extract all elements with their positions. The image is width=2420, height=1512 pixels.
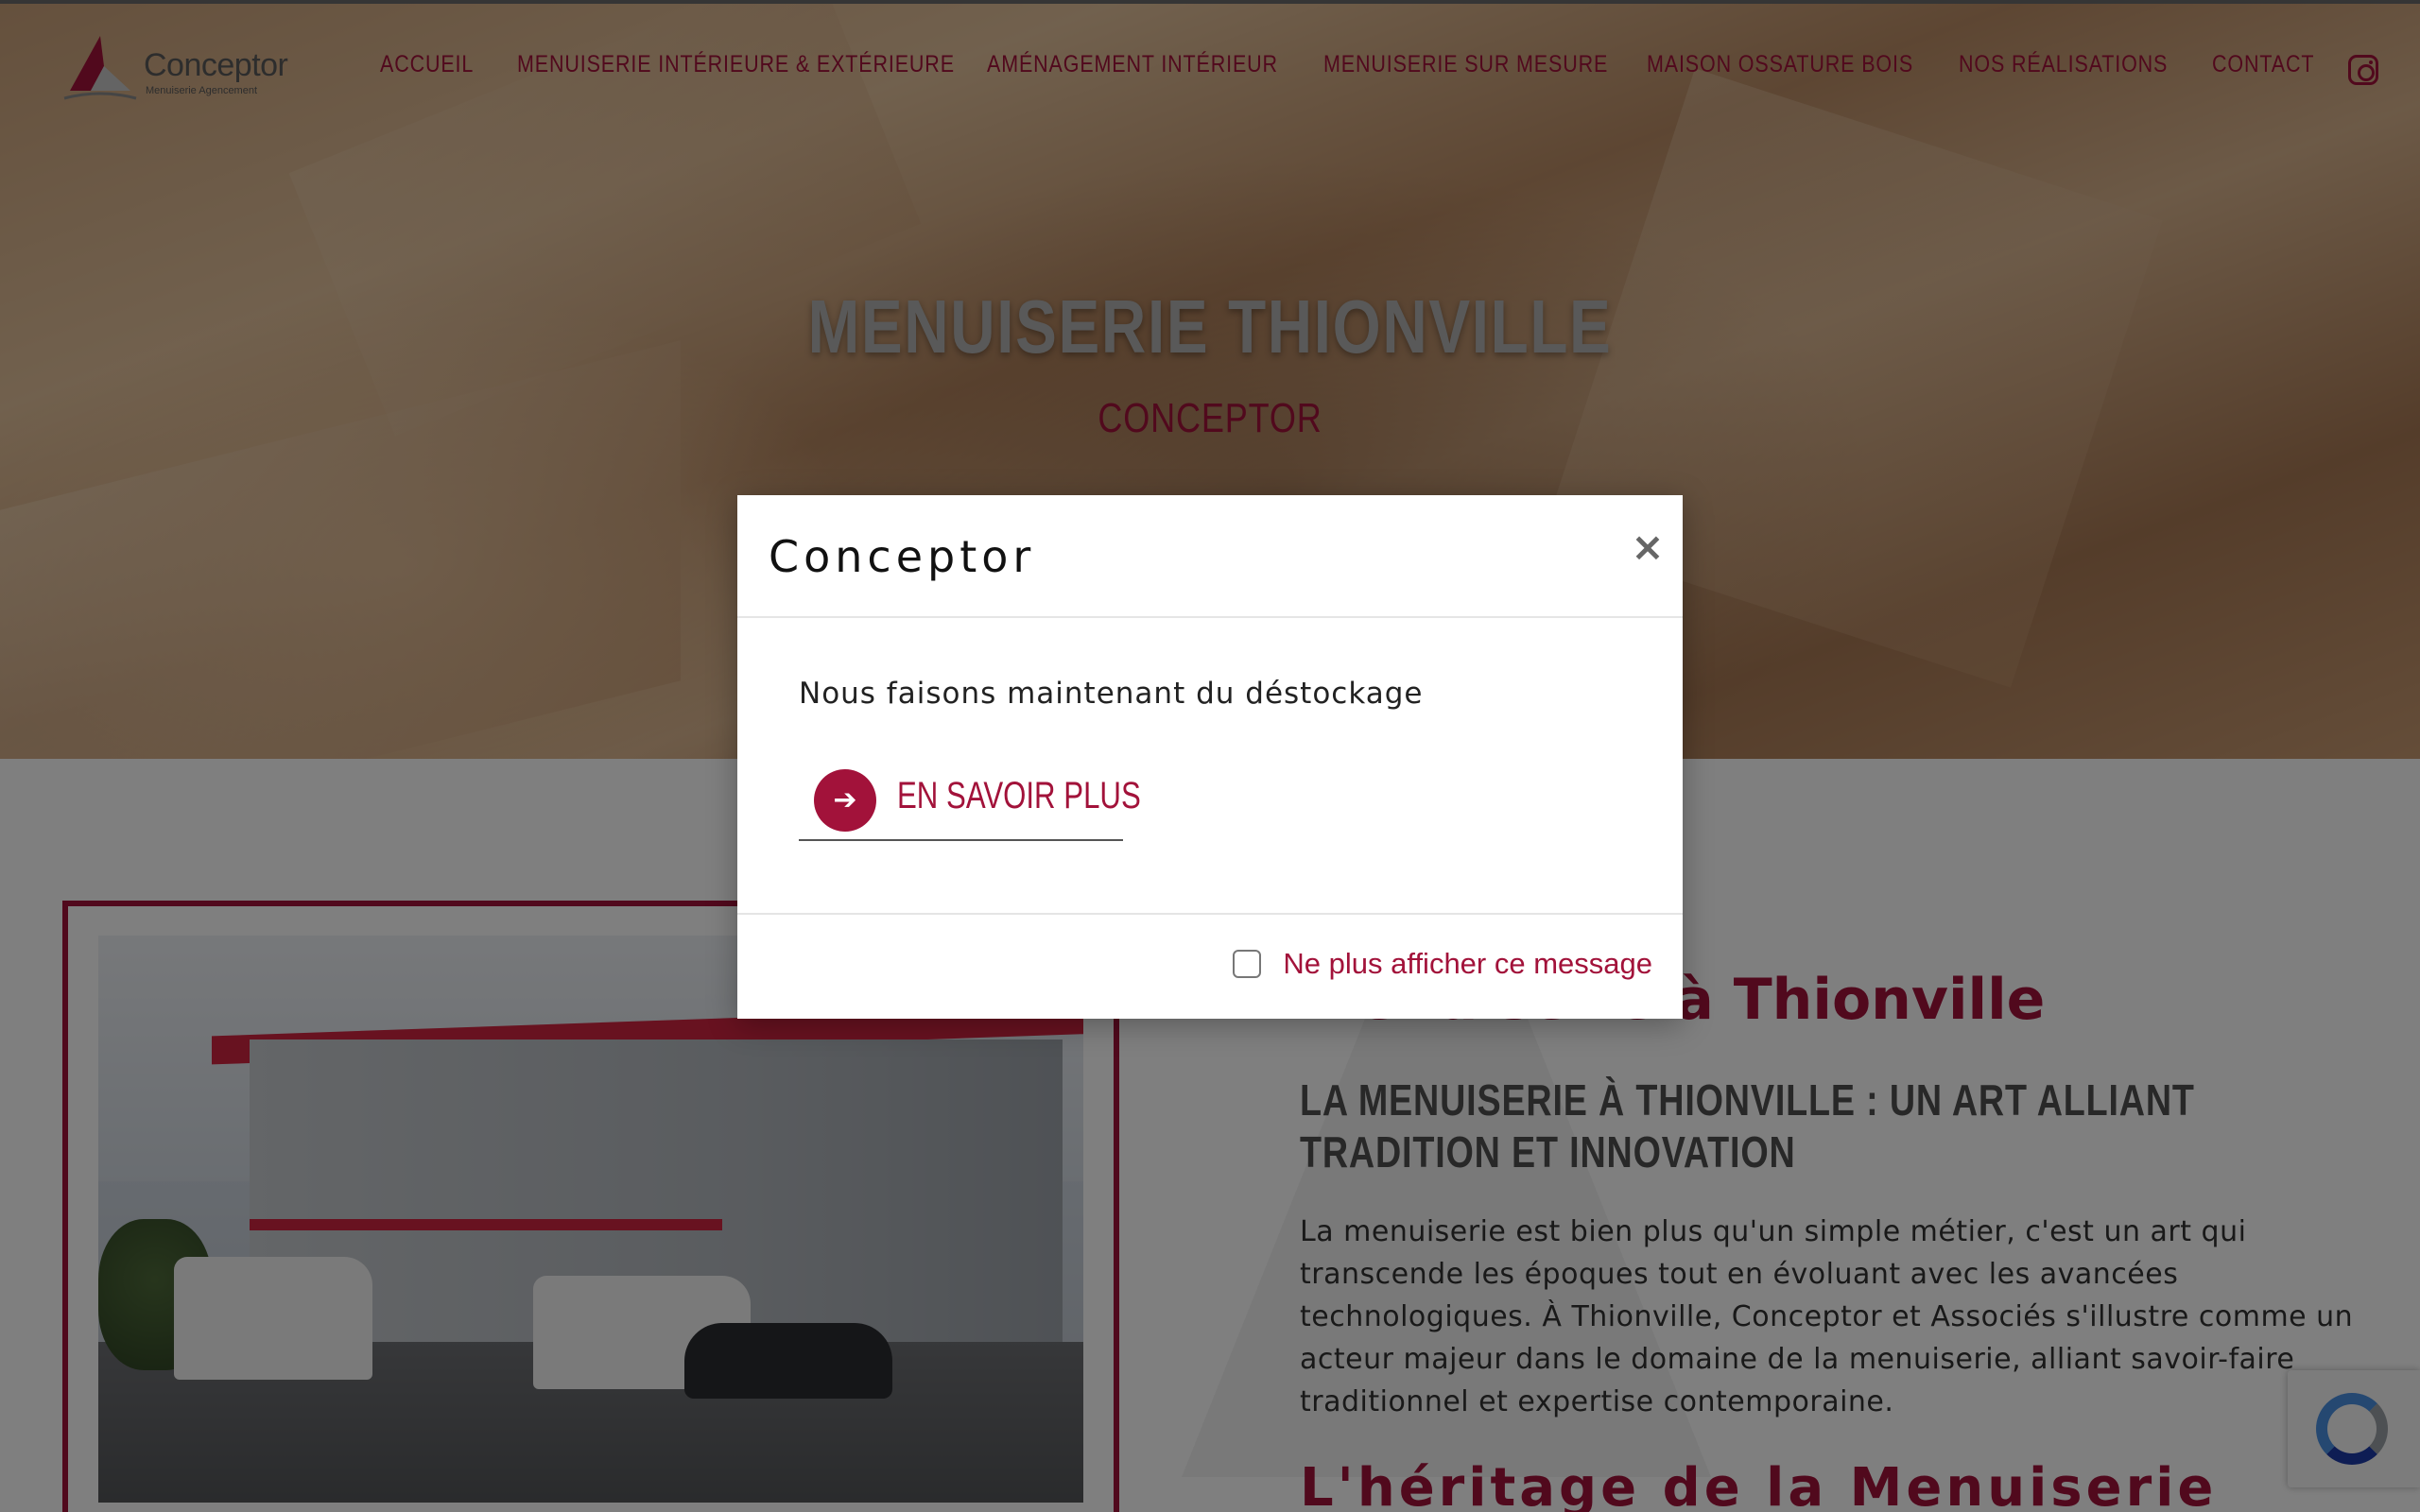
learn-more-label: EN SAVOIR PLUS	[897, 775, 1141, 816]
close-icon[interactable]: ×	[1624, 524, 1671, 571]
modal-footer: Ne plus afficher ce message	[737, 913, 1683, 1019]
dont-show-again-label: Ne plus afficher ce message	[1283, 947, 1652, 980]
learn-more-link[interactable]: ➔ EN SAVOIR PLUS	[799, 769, 1141, 841]
page: Conceptor Menuiserie Agencement ACCUEIL …	[0, 0, 2420, 1512]
arrow-right-icon: ➔	[814, 769, 876, 832]
promo-modal: Conceptor × Nous faisons maintenant du d…	[737, 495, 1683, 1019]
modal-title: Conceptor	[769, 531, 1036, 582]
modal-message: Nous faisons maintenant du déstockage	[799, 677, 1424, 711]
modal-header: Conceptor ×	[737, 495, 1683, 618]
dont-show-again-toggle[interactable]: Ne plus afficher ce message	[1233, 947, 1652, 985]
dont-show-again-checkbox[interactable]	[1233, 950, 1262, 978]
modal-body: Nous faisons maintenant du déstockage ➔ …	[737, 618, 1683, 913]
